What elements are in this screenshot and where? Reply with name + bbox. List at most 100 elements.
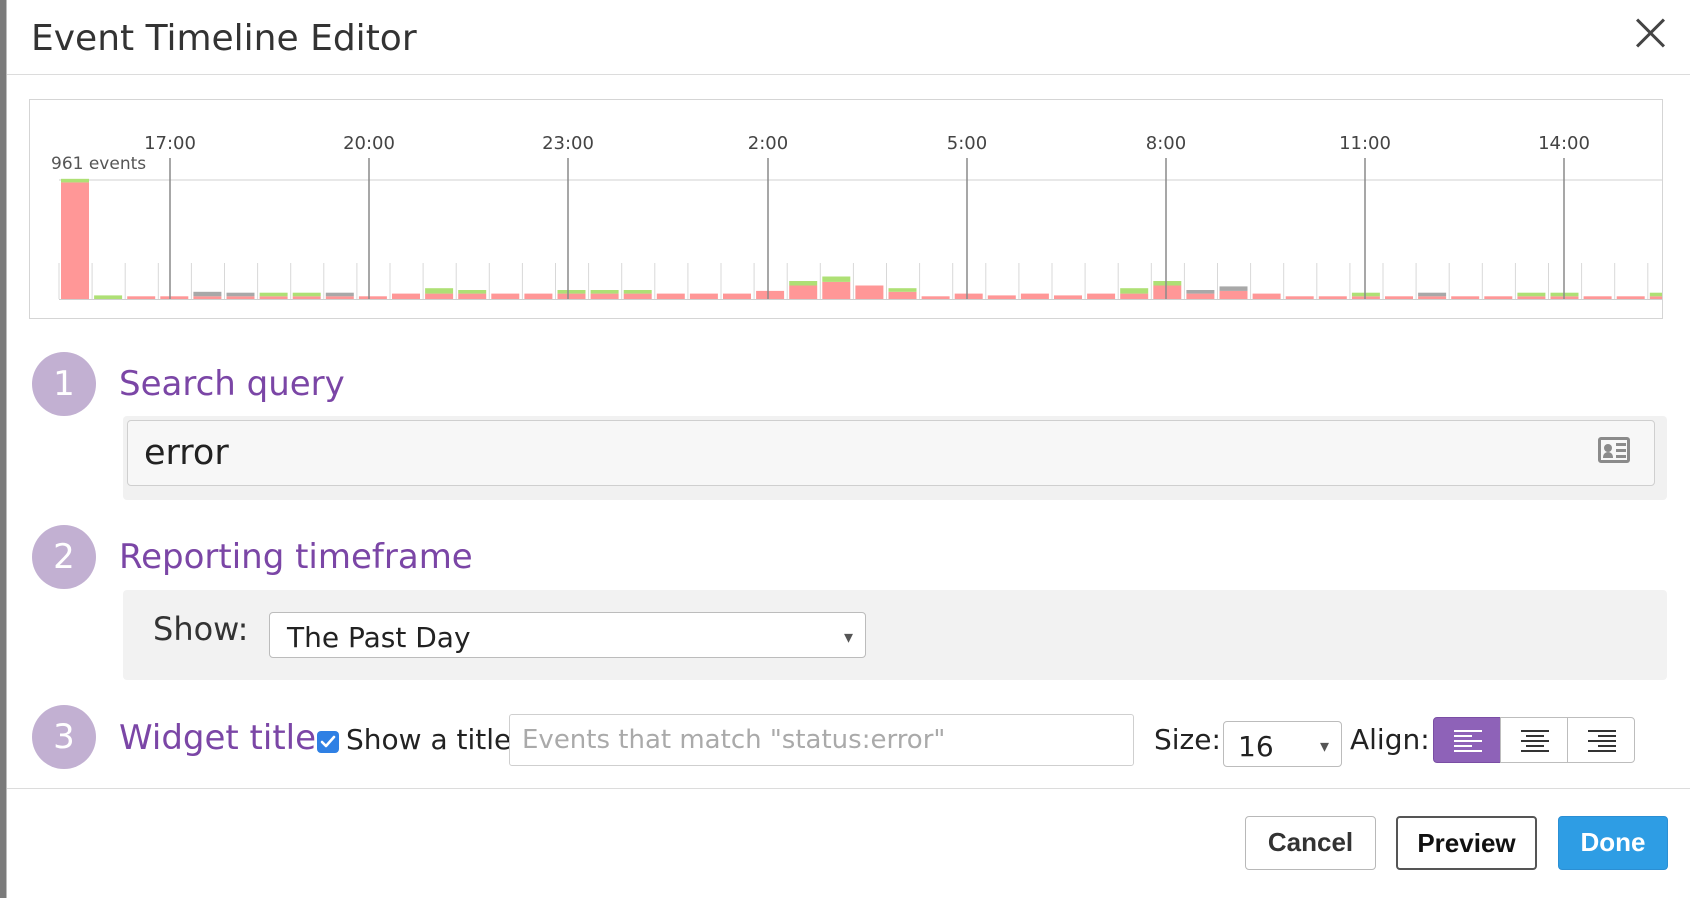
timeline-bar-error bbox=[325, 296, 354, 299]
timeline-bar-error bbox=[590, 293, 619, 299]
timeline-bar-success bbox=[61, 178, 89, 183]
timeline-bar-error bbox=[160, 296, 189, 299]
timeline-bar-error bbox=[491, 293, 520, 299]
x-tick-label: 2:00 bbox=[748, 133, 788, 154]
timeline-bar-error bbox=[855, 285, 884, 299]
x-tick-label: 8:00 bbox=[1146, 133, 1186, 154]
timeframe-selected: The Past Day bbox=[287, 621, 471, 654]
timeline-bar-success bbox=[1153, 281, 1182, 286]
timeline-bar-success bbox=[1517, 292, 1546, 297]
event-timeline-editor-dialog: Event Timeline Editor 17:00 20:00 23:00 2:0… bbox=[6, 0, 1690, 898]
timeline-bar-error bbox=[1120, 293, 1149, 299]
timeline-bar-error bbox=[1186, 293, 1215, 299]
widget-title-label: Widget title bbox=[119, 718, 317, 758]
timeline-bar-success bbox=[789, 281, 818, 286]
widget-title-input[interactable] bbox=[509, 714, 1134, 766]
show-label: Show: bbox=[153, 610, 249, 648]
timeline-bar-error bbox=[1219, 290, 1248, 299]
timeline-bar-error bbox=[756, 290, 785, 299]
timeline-bar-other bbox=[1186, 290, 1215, 294]
x-tick-label: 14:00 bbox=[1538, 133, 1590, 154]
x-tick-label: 23:00 bbox=[542, 133, 594, 154]
x-tick-label: 11:00 bbox=[1339, 133, 1391, 154]
show-title-label: Show a title: bbox=[346, 723, 521, 756]
timeline-bar-success bbox=[623, 290, 652, 294]
align-center-button[interactable] bbox=[1500, 717, 1568, 763]
contact-card-icon[interactable] bbox=[1598, 437, 1630, 463]
timeline-bar-success bbox=[94, 295, 123, 299]
align-button-group bbox=[1433, 717, 1635, 765]
align-label: Align: bbox=[1350, 723, 1430, 756]
align-left-button[interactable] bbox=[1433, 717, 1501, 763]
cancel-button[interactable]: Cancel bbox=[1245, 816, 1376, 870]
close-icon[interactable] bbox=[1631, 14, 1669, 52]
timeline-bar-error bbox=[557, 293, 586, 299]
timeframe-section: Show: The Past Day ▾ bbox=[123, 590, 1667, 680]
timeline-bar-success bbox=[888, 288, 917, 292]
timeline-bar-success bbox=[458, 290, 487, 294]
x-tick-label: 5:00 bbox=[947, 133, 987, 154]
show-title-checkbox[interactable] bbox=[317, 731, 339, 753]
timeline-bar-error bbox=[61, 182, 89, 299]
reporting-timeframe-label: Reporting timeframe bbox=[119, 537, 473, 577]
timeline-bar-success bbox=[590, 290, 619, 294]
timeline-bar-error bbox=[689, 293, 718, 299]
timeline-bar-error bbox=[259, 296, 288, 299]
timeline-bar-error bbox=[954, 293, 983, 299]
step-2-circle: 2 bbox=[32, 525, 96, 589]
timeline-bar-error bbox=[127, 296, 156, 299]
event-timeline-chart: 17:00 20:00 23:00 2:00 5:00 8:00 11:00 14:00 961… bbox=[29, 99, 1663, 319]
timeline-bar-error bbox=[358, 296, 387, 299]
size-select[interactable]: 16 ▾ bbox=[1223, 721, 1342, 767]
timeline-bar-error bbox=[1418, 296, 1447, 299]
timeline-bar-success bbox=[259, 292, 288, 297]
timeline-bar-success bbox=[557, 290, 586, 294]
dialog-title: Event Timeline Editor bbox=[31, 18, 417, 59]
max-events-annotation: 961 events bbox=[51, 154, 146, 174]
timeline-bar-error bbox=[1087, 293, 1116, 299]
timeline-bar-error bbox=[921, 296, 950, 299]
timeline-bar-error bbox=[1649, 296, 1662, 299]
chevron-down-icon: ▾ bbox=[1319, 736, 1329, 757]
timeline-bar-success bbox=[1649, 292, 1662, 297]
timeline-bar-error bbox=[392, 293, 420, 299]
timeline-bar-error bbox=[1484, 296, 1513, 299]
timeline-bar-error bbox=[193, 296, 222, 299]
timeline-bar-error bbox=[1385, 296, 1413, 299]
timeline-bar-success bbox=[292, 292, 321, 297]
timeline-bar-error bbox=[987, 295, 1016, 299]
search-query-value: error bbox=[144, 433, 229, 473]
timeline-bar-error bbox=[789, 285, 818, 299]
size-value: 16 bbox=[1238, 730, 1274, 763]
timeline-bar-error bbox=[1054, 295, 1082, 299]
align-right-button[interactable] bbox=[1567, 717, 1635, 763]
timeline-bar-error bbox=[524, 293, 553, 299]
timeline-bar-other bbox=[193, 291, 222, 297]
x-tick-label: 20:00 bbox=[343, 133, 395, 154]
timeline-bar-error bbox=[1517, 296, 1546, 299]
timeline-bar-error bbox=[425, 293, 454, 299]
timeline-bar-error bbox=[1583, 296, 1612, 299]
step-3-circle: 3 bbox=[32, 705, 96, 769]
timeline-bar-error bbox=[1451, 296, 1480, 299]
timeline-bar-error bbox=[1351, 296, 1380, 299]
timeline-bar-error bbox=[1020, 293, 1049, 299]
timeline-bar-error bbox=[226, 296, 255, 299]
timeline-bar-success bbox=[1351, 292, 1380, 297]
done-button[interactable]: Done bbox=[1558, 816, 1668, 870]
timeline-bar-other bbox=[1418, 292, 1447, 297]
preview-button[interactable]: Preview bbox=[1396, 816, 1537, 870]
search-input[interactable]: error bbox=[127, 420, 1655, 486]
search-query-label: Search query bbox=[119, 364, 345, 404]
timeline-bar-error bbox=[1616, 296, 1645, 299]
timeline-svg: 17:00 20:00 23:00 2:00 5:00 8:00 11:00 14:00 961… bbox=[51, 133, 1662, 300]
timeline-bar-error bbox=[822, 281, 851, 299]
timeframe-select[interactable]: The Past Day ▾ bbox=[269, 612, 866, 658]
timeline-bar-success bbox=[425, 288, 454, 294]
timeline-bar-success bbox=[822, 276, 851, 282]
align-left-icon bbox=[1454, 730, 1482, 752]
timeline-bar-error bbox=[458, 293, 487, 299]
size-label: Size: bbox=[1154, 723, 1221, 756]
timeline-bar-error bbox=[1252, 293, 1281, 299]
timeline-bar-other bbox=[325, 292, 354, 297]
